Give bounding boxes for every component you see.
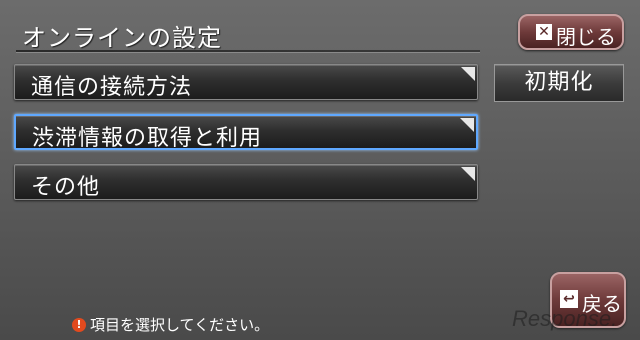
initialize-button[interactable]: 初期化 [494, 64, 624, 102]
title-divider [16, 50, 480, 52]
close-button[interactable]: ✕ 閉じる [518, 14, 624, 50]
menu-item-label: 通信の接続方法 [31, 75, 193, 100]
close-button-label: 閉じる [556, 25, 616, 49]
menu-item-label: 渋滞情報の取得と利用 [32, 126, 263, 151]
corner-marker-icon [461, 67, 475, 81]
close-icon: ✕ [536, 24, 552, 40]
corner-marker-icon [460, 118, 474, 132]
info-icon: ! [72, 317, 86, 332]
watermark-logo: Response. [512, 306, 618, 331]
menu-item-connection-method[interactable]: 通信の接続方法 [14, 64, 478, 100]
menu-item-label: その他 [31, 175, 101, 200]
corner-marker-icon [461, 167, 475, 181]
status-hint: ! 項目を選択してください。 [72, 314, 269, 335]
page-title: オンラインの設定 [22, 24, 222, 52]
initialize-button-label: 初期化 [524, 70, 594, 95]
hint-text: 項目を選択してください。 [90, 316, 270, 334]
menu-item-traffic-info[interactable]: 渋滞情報の取得と利用 [14, 114, 478, 151]
menu-item-other[interactable]: その他 [14, 164, 478, 200]
